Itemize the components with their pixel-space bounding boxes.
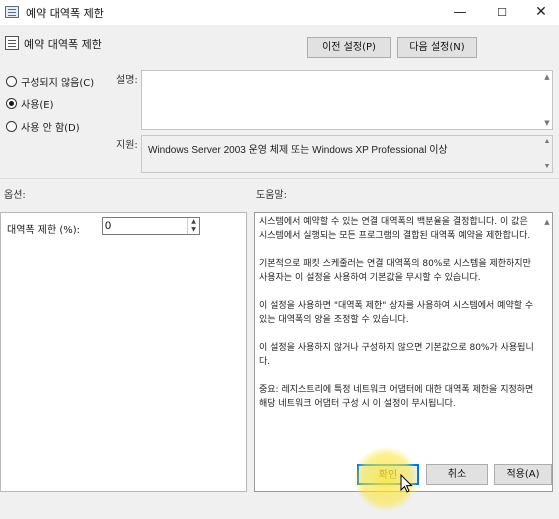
help-paragraph: 이 설정을 사용하면 "대역폭 제한" 상자를 사용하여 시스템에서 예약할 수… bbox=[259, 301, 534, 325]
policy-setting-icon bbox=[5, 36, 19, 50]
spinner-arrows[interactable]: ▲ ▼ bbox=[187, 218, 199, 234]
spin-up-icon[interactable]: ▲ bbox=[188, 218, 199, 226]
comment-textarea[interactable]: ▲ ▼ bbox=[141, 70, 553, 130]
scroll-down-icon[interactable]: ▼ bbox=[543, 119, 551, 127]
title-bar: 예약 대역폭 제한 — ☐ ✕ bbox=[0, 0, 559, 25]
supported-on-text: Windows Server 2003 운영 체제 또는 Windows XP … bbox=[148, 145, 448, 156]
supported-label: 지원: bbox=[116, 140, 138, 151]
bandwidth-limit-spinner[interactable]: ▲ ▼ bbox=[102, 217, 200, 235]
help-paragraph: 시스템에서 예약할 수 있는 연결 대역폭의 백분율을 결정합니다. 이 값은 … bbox=[259, 217, 531, 241]
scroll-down-icon[interactable]: ▼ bbox=[543, 163, 551, 170]
bandwidth-limit-input[interactable] bbox=[105, 219, 185, 233]
apply-button[interactable]: 적용(A) bbox=[494, 464, 552, 485]
radio-not-configured-circle[interactable] bbox=[6, 75, 17, 87]
help-paragraph: 이 설정을 사용하지 않거나 구성하지 않으면 기본값으로 80%가 사용됩니다… bbox=[259, 343, 534, 367]
policy-name: 예약 대역폭 제한 bbox=[24, 38, 102, 51]
close-button[interactable]: ✕ bbox=[523, 0, 559, 25]
radio-enabled-label: 사용(E) bbox=[21, 99, 54, 111]
scroll-up-icon[interactable]: ▲ bbox=[543, 215, 551, 229]
options-label: 옵션: bbox=[4, 190, 26, 201]
radio-enabled[interactable]: 사용(E) bbox=[6, 96, 54, 111]
previous-setting-button[interactable]: 이전 설정(P) bbox=[307, 37, 391, 58]
comment-label: 설명: bbox=[116, 75, 138, 86]
help-label: 도움말: bbox=[256, 190, 287, 201]
section-divider bbox=[0, 178, 559, 179]
bandwidth-limit-label: 대역폭 제한 (%): bbox=[7, 225, 81, 236]
radio-disabled-label: 사용 안 함(D) bbox=[21, 122, 80, 134]
scroll-up-icon[interactable]: ▲ bbox=[543, 138, 551, 145]
radio-disabled[interactable]: 사용 안 함(D) bbox=[6, 119, 80, 134]
help-paragraph: 중요: 레지스트리에 특정 네트워크 어댑터에 대한 대역폭 제한을 지정하면 … bbox=[259, 385, 534, 409]
radio-not-configured[interactable]: 구성되지 않음(C) bbox=[6, 74, 95, 89]
minimize-button[interactable]: — bbox=[442, 0, 478, 25]
help-scrollbar[interactable]: ▲ ▼ bbox=[542, 213, 552, 491]
window-title: 예약 대역폭 제한 bbox=[26, 7, 104, 20]
comment-scrollbar[interactable]: ▲ ▼ bbox=[542, 71, 552, 129]
help-text-panel: 시스템에서 예약할 수 있는 연결 대역폭의 백분율을 결정합니다. 이 값은 … bbox=[254, 212, 553, 492]
policy-window-icon bbox=[5, 6, 19, 18]
scroll-up-icon[interactable]: ▲ bbox=[543, 73, 551, 81]
supported-on-box: Windows Server 2003 운영 체제 또는 Windows XP … bbox=[141, 135, 553, 173]
spin-down-icon[interactable]: ▼ bbox=[188, 226, 199, 234]
supported-scrollbar[interactable]: ▲ ▼ bbox=[542, 136, 552, 172]
radio-enabled-circle[interactable] bbox=[6, 97, 17, 109]
next-setting-button[interactable]: 다음 설정(N) bbox=[397, 37, 477, 58]
radio-disabled-circle[interactable] bbox=[6, 120, 17, 132]
help-paragraph: 기본적으로 패킷 스케줄러는 연결 대역폭의 80%로 시스템을 제한하지만 사… bbox=[259, 259, 531, 283]
cancel-button[interactable]: 취소 bbox=[426, 464, 488, 485]
options-panel: 대역폭 제한 (%): ▲ ▼ bbox=[0, 212, 247, 492]
radio-not-configured-label: 구성되지 않음(C) bbox=[21, 77, 95, 89]
ok-button[interactable]: 확인 bbox=[357, 464, 419, 485]
maximize-button[interactable]: ☐ bbox=[484, 0, 520, 25]
